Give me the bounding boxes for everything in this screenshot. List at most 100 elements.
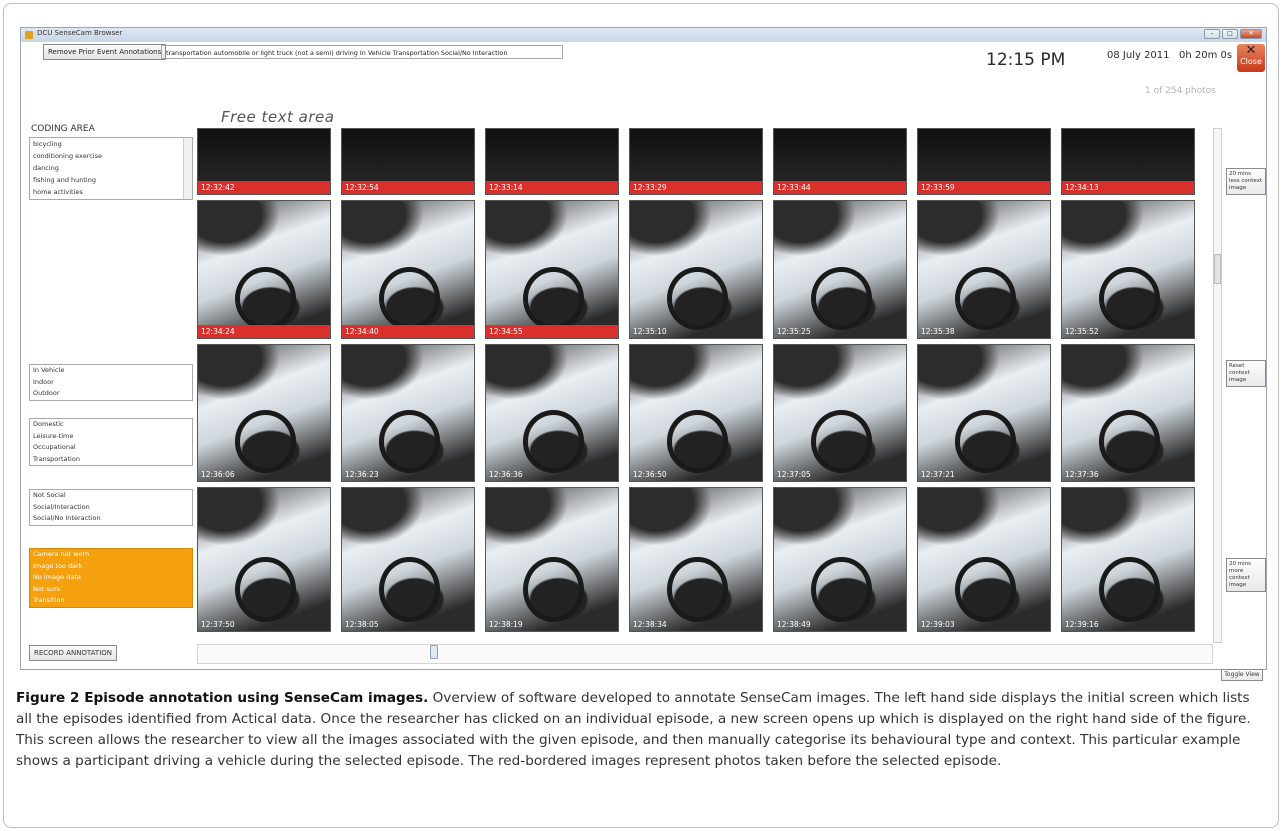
image-thumbnail[interactable]: 12:33:29	[629, 128, 763, 195]
image-thumbnail[interactable]: 12:36:36	[485, 344, 619, 482]
activity-listbox[interactable]: bicycling conditioning exercise dancing fis…	[29, 137, 193, 200]
image-timestamp: 12:34:13	[1062, 181, 1194, 194]
image-thumbnail[interactable]: 12:35:10	[629, 200, 763, 339]
timeline-slider[interactable]	[197, 644, 1213, 664]
listbox-scrollbar[interactable]	[183, 138, 192, 199]
vertical-scroll-thumb[interactable]	[1214, 254, 1221, 284]
context-option[interactable]: Occupational	[30, 442, 192, 454]
context-option[interactable]: Not Social	[30, 490, 192, 502]
steering-wheel-shape	[234, 266, 296, 330]
image-thumbnail[interactable]: 12:37:05	[773, 344, 907, 482]
image-thumbnail[interactable]: 12:38:49	[773, 487, 907, 632]
image-thumbnail[interactable]: 12:39:03	[917, 487, 1051, 632]
context-option[interactable]: Camera not worn	[30, 549, 192, 561]
episode-duration: 0h 20m 0s	[1179, 50, 1233, 61]
image-thumbnail[interactable]: 12:36:23	[341, 344, 475, 482]
image-thumbnail[interactable]: 12:34:40	[341, 200, 475, 339]
context-option[interactable]: Leisure-time	[30, 431, 192, 443]
activity-item[interactable]: dancing	[30, 162, 192, 174]
minimize-icon[interactable]: –	[1204, 29, 1220, 39]
image-thumbnail[interactable]: 12:32:42	[197, 128, 331, 195]
less-context-button[interactable]: 20 mins less context image	[1226, 168, 1266, 195]
image-thumbnail[interactable]: 12:32:54	[341, 128, 475, 195]
close-button[interactable]: ✕ Close	[1237, 44, 1265, 72]
image-thumbnail[interactable]: 12:33:14	[485, 128, 619, 195]
image-thumbnail[interactable]: 12:34:24	[197, 200, 331, 339]
image-thumbnail[interactable]: 12:36:06	[197, 344, 331, 482]
context-option[interactable]: Not sure	[30, 584, 192, 596]
remove-prior-annotations-button[interactable]: Remove Prior Event Annotations	[43, 44, 167, 60]
steering-wheel-shape	[666, 410, 728, 473]
steering-wheel-shape	[666, 266, 728, 330]
image-thumbnail[interactable]: 12:38:19	[485, 487, 619, 632]
image-thumbnail[interactable]: 12:37:50	[197, 487, 331, 632]
photo-count: 1 of 254 photos	[1145, 86, 1216, 96]
context-option[interactable]: In Vehicle	[30, 365, 192, 377]
close-icon: ✕	[1245, 43, 1257, 58]
activity-item[interactable]: home activities	[30, 186, 192, 198]
image-thumbnail[interactable]: 12:37:21	[917, 344, 1051, 482]
image-timestamp: 12:39:16	[1065, 620, 1099, 629]
image-timestamp: 12:38:34	[633, 620, 667, 629]
image-timestamp: 12:33:59	[918, 181, 1050, 194]
context-option[interactable]: Social/No Interaction	[30, 513, 192, 525]
context-option[interactable]: Transportation	[30, 454, 192, 466]
steering-wheel-shape	[522, 556, 584, 623]
image-timestamp: 12:39:03	[921, 620, 955, 629]
image-thumbnail[interactable]: 12:37:36	[1061, 344, 1195, 482]
window-close-icon[interactable]: ✕	[1240, 29, 1262, 39]
image-thumbnail[interactable]: 12:34:55	[485, 200, 619, 339]
timeline-slider-thumb[interactable]	[430, 645, 438, 659]
context-option[interactable]: No image data	[30, 572, 192, 584]
image-thumbnail[interactable]: 12:33:59	[917, 128, 1051, 195]
steering-wheel-shape	[522, 410, 584, 473]
context-option[interactable]: Domestic	[30, 419, 192, 431]
image-timestamp: 12:33:44	[774, 181, 906, 194]
image-timestamp: 12:34:40	[342, 325, 474, 338]
free-text-area-label[interactable]: Free text area	[221, 108, 334, 126]
activity-item[interactable]: fishing and hunting	[30, 174, 192, 186]
context-option[interactable]: Social/Interaction	[30, 502, 192, 514]
reset-context-button[interactable]: Reset context image	[1226, 360, 1266, 387]
context-option[interactable]: Indoor	[30, 377, 192, 389]
maximize-icon[interactable]: □	[1222, 29, 1238, 39]
grid-vertical-scrollbar[interactable]	[1213, 128, 1222, 643]
image-grid: 12:32:42 12:32:54 12:33:14 12:33:29 12:33:44…	[197, 128, 1213, 643]
context-option[interactable]: Transition	[30, 595, 192, 607]
activity-item[interactable]: conditioning exercise	[30, 150, 192, 162]
toggle-view-button[interactable]: Toggle View	[1221, 669, 1263, 681]
caption-title: Figure 2 Episode annotation using SenseC…	[16, 690, 429, 706]
context-option[interactable]: Outdoor	[30, 388, 192, 400]
figure-caption: Figure 2 Episode annotation using SenseC…	[16, 688, 1268, 772]
steering-wheel-shape	[1098, 410, 1160, 473]
image-timestamp: 12:35:10	[633, 327, 667, 336]
image-thumbnail[interactable]: 12:38:05	[341, 487, 475, 632]
image-thumbnail[interactable]: 12:33:44	[773, 128, 907, 195]
image-timestamp: 12:35:38	[921, 327, 955, 336]
image-timestamp: 12:34:55	[486, 325, 618, 338]
image-thumbnail[interactable]: 12:35:52	[1061, 200, 1195, 339]
more-context-button[interactable]: 20 mins more context image	[1226, 558, 1266, 592]
image-timestamp: 12:35:52	[1065, 327, 1099, 336]
image-thumbnail[interactable]: 12:34:13	[1061, 128, 1195, 195]
image-thumbnail[interactable]: 12:38:34	[629, 487, 763, 632]
sensecam-browser-window: DCU SenseCam Browser – □ ✕ Remove Prior …	[20, 27, 1267, 670]
steering-wheel-shape	[954, 266, 1016, 330]
activity-item[interactable]: bicycling	[30, 138, 192, 150]
steering-wheel-shape	[954, 556, 1016, 623]
top-bar: Remove Prior Event Annotations transport…	[21, 42, 1266, 64]
window-controls: – □ ✕	[1204, 29, 1262, 39]
image-thumbnail[interactable]: 12:35:38	[917, 200, 1051, 339]
context-group: Not Social Social/Interaction Social/No In…	[29, 489, 193, 526]
image-timestamp: 12:32:54	[342, 181, 474, 194]
steering-wheel-shape	[810, 266, 872, 330]
image-thumbnail[interactable]: 12:35:25	[773, 200, 907, 339]
record-annotation-button[interactable]: RECORD ANNOTATION	[29, 645, 117, 661]
steering-wheel-shape	[810, 556, 872, 623]
image-thumbnail[interactable]: 12:36:50	[629, 344, 763, 482]
clock-time: 12:15 PM	[986, 50, 1066, 70]
image-timestamp: 12:36:36	[489, 470, 523, 479]
image-timestamp: 12:38:19	[489, 620, 523, 629]
image-thumbnail[interactable]: 12:39:16	[1061, 487, 1195, 632]
context-option[interactable]: Image too dark	[30, 561, 192, 573]
